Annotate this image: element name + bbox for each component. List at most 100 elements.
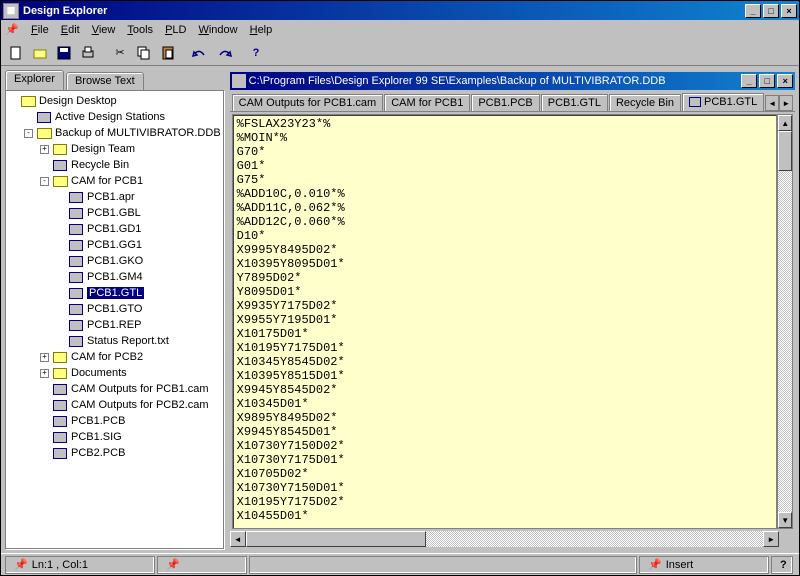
cut-button[interactable]: ✂ xyxy=(109,42,131,64)
print-button[interactable] xyxy=(77,42,99,64)
folder-icon xyxy=(52,366,68,380)
menu-help[interactable]: Help xyxy=(244,22,279,38)
doc-tab[interactable]: Recycle Bin xyxy=(609,94,681,111)
pcbic-icon xyxy=(68,286,84,300)
document-titlebar[interactable]: C:\Program Files\Design Explorer 99 SE\E… xyxy=(230,72,796,90)
menu-pld[interactable]: PLD xyxy=(159,22,192,38)
pin-icon: 📌 xyxy=(14,558,28,571)
tree-item[interactable]: Recycle Bin xyxy=(8,157,221,173)
tree-item[interactable]: PCB1.SIG xyxy=(8,429,221,445)
scroll-right-button[interactable]: ► xyxy=(763,531,779,547)
pcbic-icon xyxy=(52,382,68,396)
tree-item[interactable]: PCB1.GM4 xyxy=(8,269,221,285)
document-area: C:\Program Files\Design Explorer 99 SE\E… xyxy=(228,70,798,549)
tree-item[interactable]: PCB1.REP xyxy=(8,317,221,333)
scroll-thumb[interactable] xyxy=(778,131,792,171)
pcbic-icon xyxy=(52,446,68,460)
document-tabs: CAM Outputs for PCB1.camCAM for PCB1PCB1… xyxy=(230,90,796,112)
tree-item[interactable]: Status Report.txt xyxy=(8,333,221,349)
tree-item[interactable]: +Documents xyxy=(8,365,221,381)
pcbic-icon xyxy=(68,206,84,220)
pcbic-icon xyxy=(68,254,84,268)
main-window: ▦ Design Explorer _ □ × 📌 FileEditViewTo… xyxy=(0,0,800,576)
minimize-button[interactable]: _ xyxy=(745,4,761,18)
tree-item[interactable]: Active Design Stations xyxy=(8,109,221,125)
help-button[interactable]: ? xyxy=(245,42,267,64)
tree-item[interactable]: PCB1.apr xyxy=(8,189,221,205)
tree-item[interactable]: PCB2.PCB xyxy=(8,445,221,461)
scroll-left-button[interactable]: ◄ xyxy=(230,531,246,547)
explorer-panel: Explorer Browse Text Design DesktopActiv… xyxy=(5,70,224,549)
pcbic-icon xyxy=(52,158,68,172)
doc-tab[interactable]: CAM for PCB1 xyxy=(384,94,470,111)
tree-item[interactable]: -CAM for PCB1 xyxy=(8,173,221,189)
menu-file[interactable]: File xyxy=(25,22,55,38)
doc-maximize-button[interactable]: □ xyxy=(759,74,775,88)
help-status-button[interactable]: ? xyxy=(771,556,793,574)
expand-icon[interactable]: + xyxy=(40,353,49,362)
pcbic-icon xyxy=(52,414,68,428)
tab-scroll-right[interactable]: ► xyxy=(779,95,793,111)
menu-tools[interactable]: Tools xyxy=(121,22,159,38)
tree-item[interactable]: +Design Team xyxy=(8,141,221,157)
tree-item[interactable]: PCB1.GKO xyxy=(8,253,221,269)
collapse-icon[interactable]: - xyxy=(40,177,49,186)
redo-button[interactable] xyxy=(213,42,235,64)
tree-item[interactable]: +CAM for PCB2 xyxy=(8,349,221,365)
doc-tab[interactable]: CAM Outputs for PCB1.cam xyxy=(232,94,384,111)
save-button[interactable] xyxy=(53,42,75,64)
horizontal-scrollbar[interactable]: ◄ ► xyxy=(230,531,796,547)
pin-icon[interactable]: 📌 xyxy=(5,23,19,37)
tree-item[interactable]: CAM Outputs for PCB1.cam xyxy=(8,381,221,397)
tree-item[interactable]: -Backup of MULTIVIBRATOR.DDB xyxy=(8,125,221,141)
doc-close-button[interactable]: × xyxy=(777,74,793,88)
doc-tab[interactable]: PCB1.GTL xyxy=(541,94,608,111)
tab-scroll-left[interactable]: ◄ xyxy=(765,95,779,111)
ofolder-icon xyxy=(20,94,36,108)
close-button[interactable]: × xyxy=(781,4,797,18)
scroll-down-button[interactable]: ▼ xyxy=(778,512,792,528)
open-button[interactable] xyxy=(29,42,51,64)
expand-icon[interactable]: + xyxy=(40,369,49,378)
pin-icon: 📌 xyxy=(648,558,662,571)
pcbic-icon xyxy=(52,430,68,444)
tab-browse-text[interactable]: Browse Text xyxy=(66,72,144,90)
app-icon: ▦ xyxy=(3,3,19,19)
new-button[interactable] xyxy=(5,42,27,64)
paste-button[interactable] xyxy=(157,42,179,64)
hscroll-thumb[interactable] xyxy=(246,531,426,547)
folder-icon xyxy=(52,142,68,156)
text-editor[interactable]: %FSLAX23Y23*% %MOIN*% G70* G01* G75* %AD… xyxy=(232,114,778,529)
tree-item[interactable]: PCB1.PCB xyxy=(8,413,221,429)
menu-view[interactable]: View xyxy=(86,22,122,38)
collapse-icon[interactable]: - xyxy=(24,129,33,138)
folder-icon xyxy=(52,350,68,364)
doc-minimize-button[interactable]: _ xyxy=(741,74,757,88)
tree-view[interactable]: Design DesktopActive Design Stations-Bac… xyxy=(5,90,224,549)
tree-item[interactable]: PCB1.GG1 xyxy=(8,237,221,253)
undo-button[interactable] xyxy=(189,42,211,64)
doc-icon xyxy=(232,74,246,88)
tab-explorer[interactable]: Explorer xyxy=(5,70,64,90)
expand-icon[interactable]: + xyxy=(40,145,49,154)
menu-window[interactable]: Window xyxy=(192,22,243,38)
ofolder-icon xyxy=(52,174,68,188)
doc-tab[interactable]: PCB1.PCB xyxy=(471,94,539,111)
tree-item[interactable]: CAM Outputs for PCB2.cam xyxy=(8,397,221,413)
doc-tab-icon xyxy=(689,97,701,107)
document-path: C:\Program Files\Design Explorer 99 SE\E… xyxy=(249,75,666,87)
tree-item[interactable]: PCB1.GTL xyxy=(8,285,221,301)
scroll-up-button[interactable]: ▲ xyxy=(778,115,792,131)
pcbic-icon xyxy=(52,398,68,412)
menu-edit[interactable]: Edit xyxy=(55,22,86,38)
maximize-button[interactable]: □ xyxy=(763,4,779,18)
doc-tab[interactable]: PCB1.GTL xyxy=(682,93,764,111)
tree-item[interactable]: PCB1.GBL xyxy=(8,205,221,221)
tree-item[interactable]: PCB1.GD1 xyxy=(8,221,221,237)
pin-icon: 📌 xyxy=(166,558,180,571)
tree-item[interactable]: Design Desktop xyxy=(8,93,221,109)
copy-button[interactable] xyxy=(133,42,155,64)
tree-item[interactable]: PCB1.GTO xyxy=(8,301,221,317)
titlebar[interactable]: ▦ Design Explorer _ □ × xyxy=(1,1,799,20)
vertical-scrollbar[interactable]: ▲ ▼ xyxy=(777,114,793,529)
